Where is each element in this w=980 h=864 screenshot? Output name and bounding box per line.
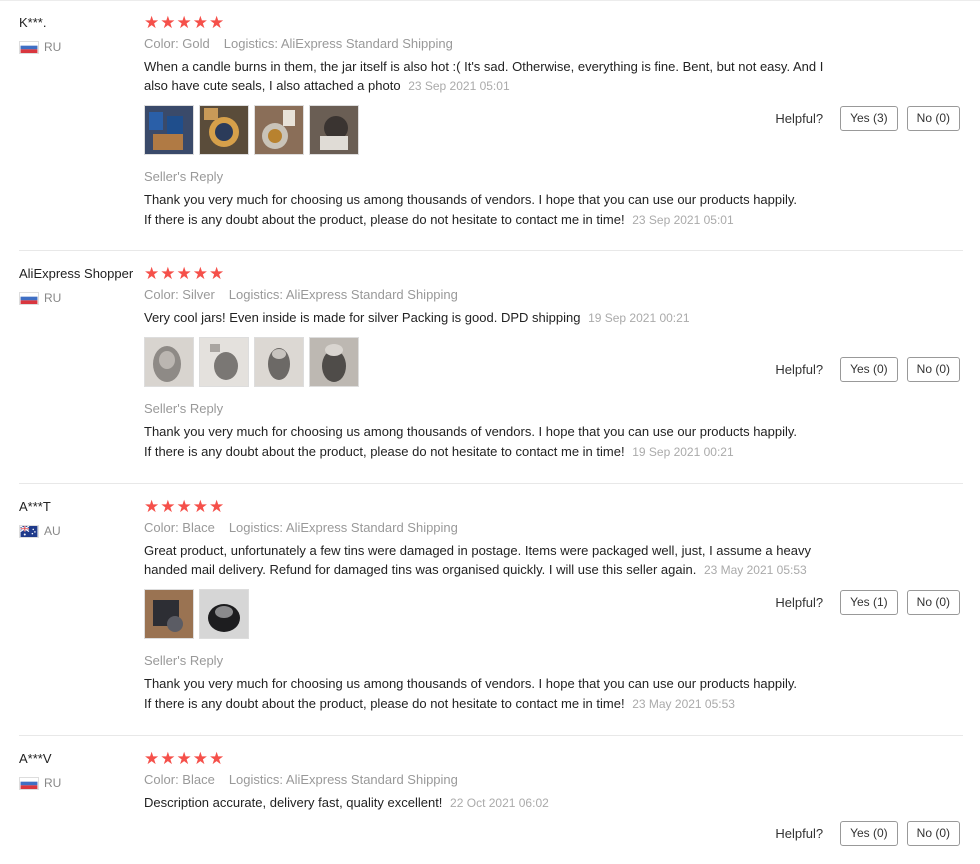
helpful-no-button[interactable]: No (0) xyxy=(906,590,960,615)
seller-reply-label: Seller's Reply xyxy=(144,653,224,668)
reviewer-country: AU xyxy=(19,524,144,538)
review-date: 22 Oct 2021 06:02 xyxy=(450,796,549,810)
star-rating: ★★★★★ xyxy=(144,749,226,768)
review-photo-thumbnail[interactable] xyxy=(309,337,359,387)
reviewer-info: AliExpress Shopper RU xyxy=(19,266,144,305)
review-text: Great product, unfortunately a few tins … xyxy=(144,541,844,580)
country-code: AU xyxy=(44,524,61,538)
helpful-yes-button[interactable]: Yes (3) xyxy=(840,106,898,131)
review-photo-thumbnail[interactable] xyxy=(199,337,249,387)
product-color: Color: Blace xyxy=(144,772,215,787)
star-rating: ★★★★★ xyxy=(144,13,226,32)
helpful-label: Helpful? xyxy=(775,826,824,841)
helpful-yes-button[interactable]: Yes (0) xyxy=(840,357,898,382)
seller-reply-line: Thank you very much for choosing us amon… xyxy=(144,192,798,207)
helpful-label: Helpful? xyxy=(775,595,824,610)
product-color: Color: Gold xyxy=(144,36,210,51)
seller-reply-label: Seller's Reply xyxy=(144,401,224,416)
helpful-controls: Helpful? Yes (3) No (0) xyxy=(775,106,960,131)
review-content: ★★★★★ Color: Silver Logistics: AliExpress… xyxy=(144,251,963,476)
reviewer-info: K***. RU xyxy=(19,15,144,54)
review-photo-thumbnail[interactable] xyxy=(144,589,194,639)
star-rating: ★★★★★ xyxy=(144,497,226,516)
helpful-controls: Helpful? Yes (0) No (0) xyxy=(775,357,960,382)
review-photo-thumbnail[interactable] xyxy=(254,105,304,155)
review-item: A***T AU ★★★★★ Color: Blace Logistics: Al… xyxy=(19,484,963,736)
review-photo-thumbnail[interactable] xyxy=(144,105,194,155)
reviewer-info: A***V RU xyxy=(19,751,144,790)
reviewer-country: RU xyxy=(19,40,144,54)
review-content: ★★★★★ Color: Blace Logistics: AliExpress … xyxy=(144,736,963,846)
country-code: RU xyxy=(44,291,62,305)
star-rating: ★★★★★ xyxy=(144,264,226,283)
review-attributes: Color: Silver Logistics: AliExpress Stand… xyxy=(144,287,963,302)
helpful-controls: Helpful? Yes (0) No (0) xyxy=(775,821,960,846)
helpful-no-button[interactable]: No (0) xyxy=(906,106,960,131)
seller-reply-line: If there is any doubt about the product,… xyxy=(144,696,625,711)
country-code: RU xyxy=(44,40,62,54)
russia-flag-icon xyxy=(19,40,39,54)
review-photo-thumbnail[interactable] xyxy=(144,337,194,387)
review-attributes: Color: Blace Logistics: AliExpress Standa… xyxy=(144,772,963,787)
seller-reply-line: Thank you very much for choosing us amon… xyxy=(144,424,798,439)
review-body: Very cool jars! Even inside is made for … xyxy=(144,310,581,325)
australia-flag-icon xyxy=(19,524,39,538)
review-photo-thumbnail[interactable] xyxy=(199,105,249,155)
seller-reply-line: Thank you very much for choosing us amon… xyxy=(144,676,798,691)
review-text: Description accurate, delivery fast, qua… xyxy=(144,793,844,813)
review-photo-thumbnail[interactable] xyxy=(309,105,359,155)
review-item: K***. RU ★★★★★ Color: Gold Logistics: Ali… xyxy=(19,0,963,251)
helpful-no-button[interactable]: No (0) xyxy=(906,357,960,382)
reviewer-country: RU xyxy=(19,776,144,790)
review-text: When a candle burns in them, the jar its… xyxy=(144,57,844,96)
helpful-yes-button[interactable]: Yes (0) xyxy=(840,821,898,846)
seller-reply-text: Thank you very much for choosing us amon… xyxy=(144,190,844,230)
russia-flag-icon xyxy=(19,776,39,790)
review-photo-thumbnail[interactable] xyxy=(199,589,249,639)
product-color: Color: Blace xyxy=(144,520,215,535)
logistics-info: Logistics: AliExpress Standard Shipping xyxy=(223,36,453,51)
seller-reply-text: Thank you very much for choosing us amon… xyxy=(144,422,844,462)
review-body: Description accurate, delivery fast, qua… xyxy=(144,795,443,810)
review-date: 23 May 2021 05:53 xyxy=(703,563,807,577)
seller-reply-text: Thank you very much for choosing us amon… xyxy=(144,674,844,714)
review-date: 19 Sep 2021 00:21 xyxy=(588,311,690,325)
helpful-controls: Helpful? Yes (1) No (0) xyxy=(775,590,960,615)
seller-reply-line: If there is any doubt about the product,… xyxy=(144,212,625,227)
logistics-info: Logistics: AliExpress Standard Shipping xyxy=(228,520,458,535)
logistics-info: Logistics: AliExpress Standard Shipping xyxy=(228,287,458,302)
seller-reply-label: Seller's Reply xyxy=(144,169,224,184)
reviewer-name: A***T xyxy=(19,499,51,514)
russia-flag-icon xyxy=(19,291,39,305)
helpful-yes-button[interactable]: Yes (1) xyxy=(840,590,898,615)
review-attributes: Color: Gold Logistics: AliExpress Standar… xyxy=(144,36,963,51)
reviewer-name: AliExpress Shopper xyxy=(19,266,134,281)
helpful-label: Helpful? xyxy=(775,111,824,126)
review-item: AliExpress Shopper RU ★★★★★ Color: Silve… xyxy=(19,251,963,484)
review-date: 23 Sep 2021 05:01 xyxy=(408,79,510,93)
product-color: Color: Silver xyxy=(144,287,215,302)
country-code: RU xyxy=(44,776,62,790)
reply-date: 23 May 2021 05:53 xyxy=(632,697,735,711)
review-attributes: Color: Blace Logistics: AliExpress Standa… xyxy=(144,520,963,535)
reply-date: 23 Sep 2021 05:01 xyxy=(632,213,734,227)
reviewer-name: K***. xyxy=(19,15,47,30)
review-item: A***V RU ★★★★★ Color: Blace Logistics: Al… xyxy=(19,736,963,864)
helpful-label: Helpful? xyxy=(775,362,824,377)
logistics-info: Logistics: AliExpress Standard Shipping xyxy=(228,772,458,787)
reviewer-info: A***T AU xyxy=(19,499,144,538)
reviewer-country: RU xyxy=(19,291,144,305)
review-content: ★★★★★ Color: Gold Logistics: AliExpress S… xyxy=(144,0,963,244)
seller-reply-line: If there is any doubt about the product,… xyxy=(144,444,625,459)
review-photo-thumbnail[interactable] xyxy=(254,337,304,387)
helpful-no-button[interactable]: No (0) xyxy=(906,821,960,846)
review-content: ★★★★★ Color: Blace Logistics: AliExpress … xyxy=(144,484,963,728)
review-text: Very cool jars! Even inside is made for … xyxy=(144,308,844,328)
reply-date: 19 Sep 2021 00:21 xyxy=(632,445,734,459)
reviewer-name: A***V xyxy=(19,751,52,766)
